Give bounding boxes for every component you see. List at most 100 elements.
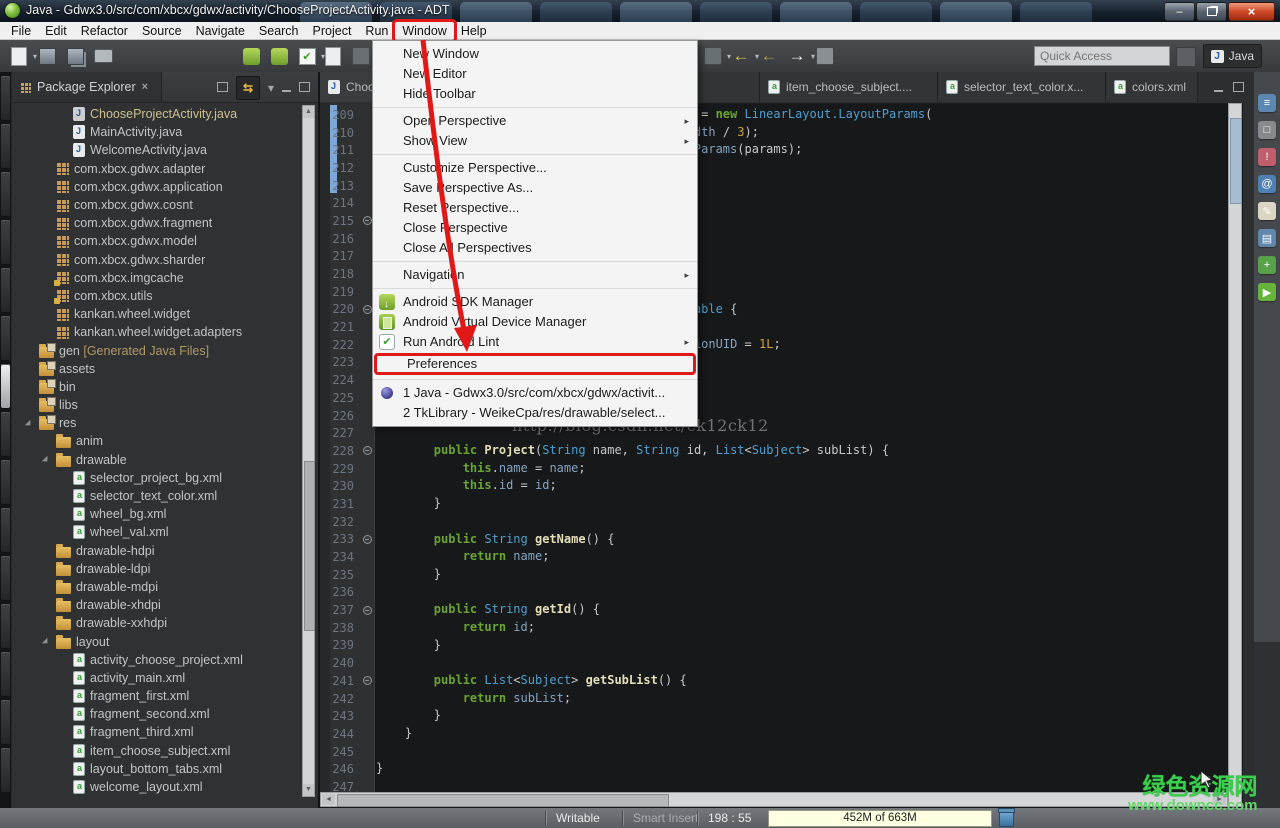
print-icon[interactable] [92, 45, 114, 67]
scroll-down-icon[interactable]: ▼ [303, 784, 314, 796]
restore-view-icon[interactable]: □ [1258, 121, 1276, 139]
collapse-icon[interactable]: − [363, 606, 372, 615]
taskbar-button[interactable] [1, 604, 10, 648]
taskbar-button[interactable] [1, 700, 10, 744]
tree-scrollbar-thumb[interactable] [304, 461, 315, 631]
tree-item-wheel-val-xml[interactable]: wheel_val.xml [12, 523, 300, 541]
link-with-editor-icon[interactable]: ⇆ [236, 76, 260, 100]
taskbar-button[interactable] [1, 748, 10, 792]
maximize-view-icon[interactable] [299, 81, 310, 95]
tree-item-com-xbcx-gdwx-cosnt[interactable]: com.xbcx.gdwx.cosnt [12, 196, 300, 214]
sdk-manager-icon[interactable] [240, 45, 262, 67]
menubar-item-project[interactable]: Project [306, 22, 359, 40]
avd-manager-icon[interactable] [268, 45, 290, 67]
menu-item-new-window[interactable]: New Window [373, 44, 697, 64]
code-line-231[interactable]: 231 } [320, 495, 1228, 513]
problems-icon[interactable]: ! [1258, 148, 1276, 166]
editor-tab-item-choose-subject[interactable]: item_choose_subject.... [760, 72, 938, 102]
run-history-icon[interactable] [702, 45, 724, 67]
code-line-238[interactable]: 238 return id; [320, 619, 1228, 637]
expander-icon[interactable] [42, 638, 50, 646]
save-all-icon[interactable] [64, 45, 86, 67]
tree-item-activity-choose-project-xml[interactable]: activity_choose_project.xml [12, 651, 300, 669]
devices-icon[interactable]: ▶ [1258, 283, 1276, 301]
tree-item-kankan-wheel-widget-adapters[interactable]: kankan.wheel.widget.adapters [12, 323, 300, 341]
tree-item-com-xbcx-gdwx-application[interactable]: com.xbcx.gdwx.application [12, 178, 300, 196]
menu-item-close-all-perspectives[interactable]: Close All Perspectives [373, 238, 697, 258]
menu-item-run-android-lint[interactable]: ✔Run Android Lint▸ [373, 332, 697, 352]
taskbar-button[interactable] [1, 172, 10, 216]
tree-item-drawable-xhdpi[interactable]: drawable-xhdpi [12, 596, 300, 614]
taskbar-button[interactable] [1, 268, 10, 312]
editor-tab-colors-xml[interactable]: colors.xml [1106, 72, 1198, 102]
taskbar-button[interactable] [1, 220, 10, 264]
taskbar-button[interactable] [1, 508, 10, 552]
scroll-left-icon[interactable]: ◄ [322, 794, 335, 805]
tree-item-drawable[interactable]: drawable [12, 451, 300, 469]
menu-item-customize-perspective[interactable]: Customize Perspective... [373, 158, 697, 178]
taskbar-button[interactable] [1, 76, 10, 120]
tree-item-activity-main-xml[interactable]: activity_main.xml [12, 669, 300, 687]
tree-item-drawable-xxhdpi[interactable]: drawable-xxhdpi [12, 614, 300, 632]
taskbar-button[interactable] [1, 652, 10, 696]
tree-item-com-xbcx-gdwx-sharder[interactable]: com.xbcx.gdwx.sharder [12, 251, 300, 269]
tree-item-fragment-second-xml[interactable]: fragment_second.xml [12, 705, 300, 723]
minimize-view-icon[interactable] [282, 90, 291, 92]
maximize-view-icon[interactable] [1233, 81, 1244, 95]
menu-item-hide-toolbar[interactable]: Hide Toolbar [373, 84, 697, 104]
java-perspective-button[interactable]: J Java [1203, 44, 1262, 68]
scroll-up-icon[interactable]: ▲ [303, 106, 314, 118]
tree-item-item-choose-subject-xml[interactable]: item_choose_subject.xml [12, 742, 300, 760]
taskbar-button[interactable] [1, 124, 10, 168]
menu-item-new-editor[interactable]: New Editor [373, 64, 697, 84]
tree-item-com-xbcx-gdwx-model[interactable]: com.xbcx.gdwx.model [12, 232, 300, 250]
menubar-item-file[interactable]: File [4, 22, 38, 40]
collapse-icon[interactable]: − [363, 305, 372, 314]
collapse-all-icon[interactable] [217, 81, 228, 95]
menubar-item-run[interactable]: Run [358, 22, 395, 40]
menu-item-preferences[interactable]: Preferences [374, 353, 696, 375]
tree-item-com-xbcx-gdwx-fragment[interactable]: com.xbcx.gdwx.fragment [12, 214, 300, 232]
menu-item-android-virtual-device-manager[interactable]: Android Virtual Device Manager [373, 312, 697, 332]
tasks-icon[interactable]: ✎ [1258, 202, 1276, 220]
menu-item-navigation[interactable]: Navigation▸ [373, 265, 697, 285]
menu-item-1-java-gdwx3-0-src-com-xbcx-gdwx-activit[interactable]: 1 Java - Gdwx3.0/src/com/xbcx/gdwx/activ… [373, 383, 697, 403]
taskbar-button[interactable] [1, 460, 10, 504]
taskbar-button[interactable] [1, 556, 10, 600]
tree-item-assets[interactable]: assets [12, 360, 300, 378]
code-line-236[interactable]: 236 [320, 584, 1228, 602]
collapse-icon[interactable]: − [363, 676, 372, 685]
tree-item-anim[interactable]: anim [12, 432, 300, 450]
new-java-class-icon[interactable] [322, 45, 344, 67]
taskbar-button[interactable] [1, 412, 10, 456]
tree-item-drawable-mdpi[interactable]: drawable-mdpi [12, 578, 300, 596]
code-line-229[interactable]: 229 this.name = name; [320, 460, 1228, 478]
tree-item-chooseprojectactivity-java[interactable]: ChooseProjectActivity.java [12, 105, 300, 123]
fold-marker[interactable]: − [358, 606, 376, 615]
menu-item-2-tklibrary-weikecpa-res-drawable-select[interactable]: 2 TkLibrary - WeikeCpa/res/drawable/sele… [373, 403, 697, 423]
forward-icon[interactable]: → [786, 45, 808, 67]
expander-icon[interactable] [42, 456, 50, 464]
menubar-item-window[interactable]: Window [395, 22, 453, 40]
menubar-item-refactor[interactable]: Refactor [74, 22, 135, 40]
menu-item-show-view[interactable]: Show View▸ [373, 131, 697, 151]
menubar-item-search[interactable]: Search [252, 22, 306, 40]
restore-button[interactable] [1196, 2, 1227, 21]
tree-item-drawable-hdpi[interactable]: drawable-hdpi [12, 542, 300, 560]
open-perspective-icon[interactable] [1176, 47, 1196, 67]
expander-icon[interactable] [25, 420, 33, 428]
hierarchy-icon[interactable]: + [1258, 256, 1276, 274]
taskbar-button[interactable] [1, 364, 10, 408]
code-line-246[interactable]: 246} [320, 760, 1228, 778]
back-icon[interactable]: ← [730, 45, 752, 67]
editor-tab-selector-text-color-x[interactable]: selector_text_color.x... [938, 72, 1106, 102]
run-gc-button[interactable] [999, 810, 1014, 827]
quick-access-input[interactable] [1034, 46, 1170, 66]
menubar-item-help[interactable]: Help [454, 22, 494, 40]
back2-icon[interactable]: ← [758, 45, 780, 67]
menu-item-reset-perspective[interactable]: Reset Perspective... [373, 198, 697, 218]
tree-item-kankan-wheel-widget[interactable]: kankan.wheel.widget [12, 305, 300, 323]
menubar-item-source[interactable]: Source [135, 22, 189, 40]
fold-marker[interactable]: − [358, 676, 376, 685]
code-line-228[interactable]: 228− public Project(String name, String … [320, 442, 1228, 460]
